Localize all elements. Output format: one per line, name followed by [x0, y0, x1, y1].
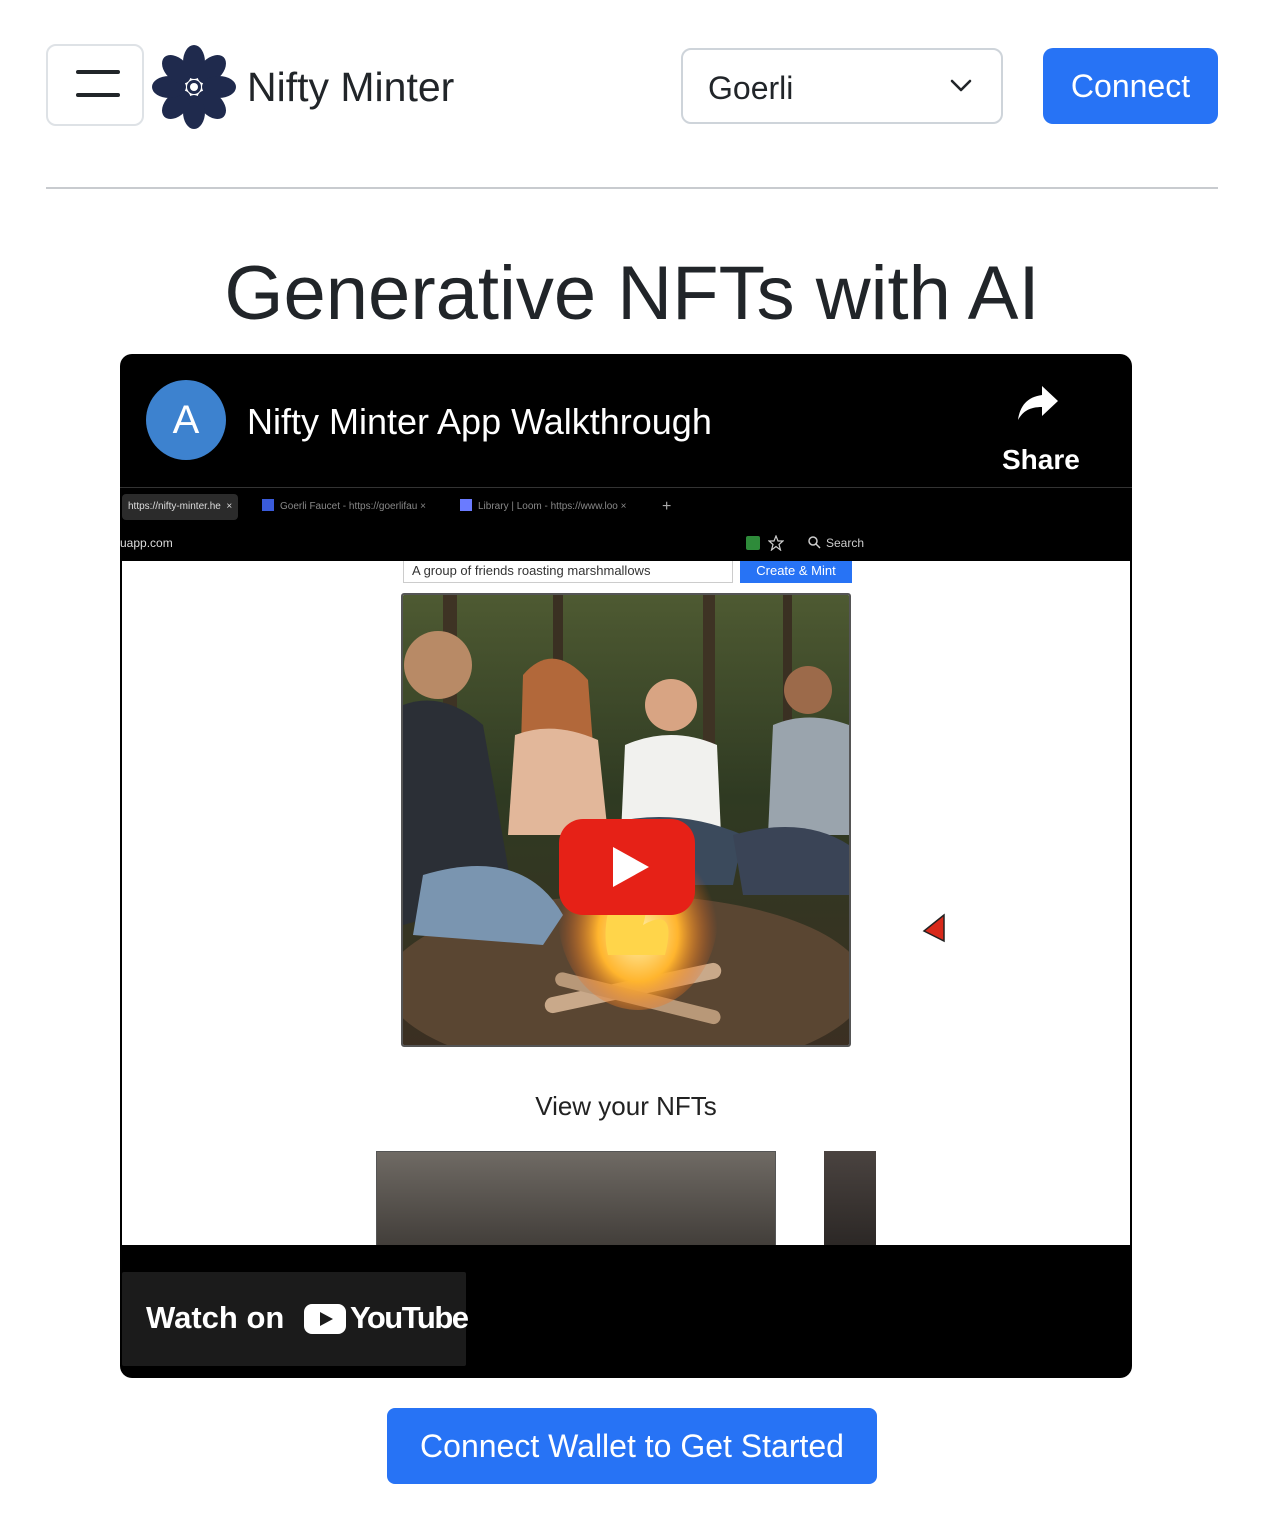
menu-toggle-button[interactable] — [46, 44, 144, 126]
loom-icon — [460, 499, 472, 511]
recorded-page: A group of friends roasting marshmallows… — [122, 561, 1130, 1245]
recorded-search-label: Search — [826, 536, 865, 550]
cursor-icon — [922, 913, 945, 943]
new-tab-icon: + — [662, 498, 672, 515]
recorded-prompt-input: A group of friends roasting marshmallows — [403, 561, 733, 583]
network-select[interactable]: Goerli — [681, 48, 1003, 124]
recorded-tab-strip: https://nifty-minter.he × Goerli Faucet … — [120, 488, 1132, 524]
recorded-tab: Goerli Faucet - https://goerlifau × — [262, 494, 426, 520]
play-button-icon[interactable] — [559, 819, 695, 915]
watch-on-youtube-button[interactable]: Watch on YouTube — [122, 1272, 469, 1366]
flower-logo-icon — [152, 45, 236, 129]
recorded-tab-label: https://nifty-minter.he — [128, 501, 221, 512]
recorded-tab: https://nifty-minter.he × — [122, 494, 239, 520]
connect-button[interactable]: Connect — [1043, 48, 1218, 124]
star-icon — [768, 535, 784, 551]
extension-icon — [746, 536, 760, 550]
recorded-tab: Library | Loom - https://www.loo × — [460, 494, 627, 520]
connect-wallet-cta-button[interactable]: Connect Wallet to Get Started — [387, 1408, 877, 1484]
network-select-value: Goerli — [708, 70, 794, 106]
search-icon — [808, 536, 821, 549]
youtube-logo-icon — [304, 1304, 346, 1334]
channel-avatar[interactable]: A — [146, 380, 226, 460]
hamburger-icon-line — [76, 93, 120, 97]
video-title[interactable]: Nifty Minter App Walkthrough — [247, 400, 712, 444]
nft-thumbnail — [376, 1151, 776, 1245]
header-divider — [46, 187, 1218, 189]
faucet-icon — [262, 499, 274, 511]
recorded-view-nfts-heading: View your NFTs — [535, 1091, 717, 1121]
recorded-create-mint-button: Create & Mint — [740, 561, 852, 583]
recorded-url: uapp.com — [120, 536, 173, 550]
nft-thumbnail — [824, 1151, 876, 1245]
share-button[interactable]: Share — [992, 384, 1082, 478]
recorded-tab-label: Goerli Faucet - https://goerlifau — [280, 501, 418, 512]
youtube-video-embed[interactable]: A Nifty Minter App Walkthrough Share htt… — [120, 354, 1132, 1378]
recorded-tab-label: Library | Loom - https://www.loo — [478, 501, 618, 512]
share-arrow-icon — [1018, 386, 1058, 420]
share-label: Share — [1002, 444, 1080, 475]
chevron-down-icon — [950, 79, 972, 92]
hamburger-icon — [76, 70, 120, 74]
youtube-wordmark: YouTube — [350, 1300, 469, 1335]
watch-on-label: Watch on — [146, 1300, 285, 1335]
brand-name[interactable]: Nifty Minter — [247, 62, 454, 112]
recorded-url-bar: uapp.com Search — [120, 524, 1132, 560]
page-title: Generative NFTs with AI — [224, 251, 1040, 336]
